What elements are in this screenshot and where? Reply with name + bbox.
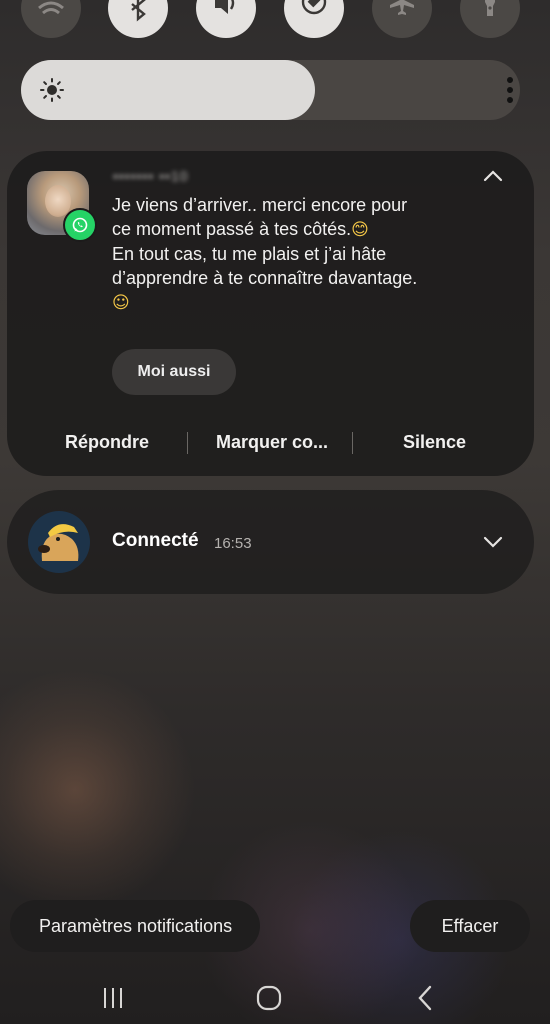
airplane-toggle[interactable]: [372, 0, 432, 38]
whatsapp-icon: [63, 208, 97, 242]
clear-button[interactable]: Effacer: [410, 900, 530, 952]
brightness-level-fill: [21, 60, 315, 120]
auto-rotate-toggle[interactable]: [284, 0, 344, 38]
auto-rotate-icon: [301, 0, 327, 15]
sound-icon: [215, 0, 235, 14]
message-text: Je viens d’arriver.. merci encore pour c…: [112, 193, 512, 315]
brightness-slider[interactable]: [21, 60, 520, 120]
quick-reply-button[interactable]: Moi aussi: [112, 349, 236, 395]
wifi-toggle[interactable]: [21, 0, 81, 38]
airplane-icon: [390, 0, 414, 15]
message-line: d’apprendre à te connaître davantage.: [112, 268, 418, 288]
chevron-down-icon[interactable]: [482, 535, 504, 549]
mute-button[interactable]: Silence: [377, 422, 492, 462]
recent-apps-button[interactable]: [93, 978, 133, 1018]
flashlight-toggle[interactable]: [460, 0, 520, 38]
more-options-icon[interactable]: [504, 74, 516, 106]
flashlight-icon: [485, 0, 495, 16]
mark-read-button[interactable]: Marquer co...: [207, 422, 337, 462]
vpn-notification[interactable]: Connecté 16:53: [7, 490, 534, 594]
sound-toggle[interactable]: [196, 0, 256, 38]
message-line: En tout cas, tu me plais et j’ai hâte: [112, 244, 387, 264]
quick-settings-row: [0, 0, 550, 38]
smiling-emoji: 😊: [351, 220, 369, 240]
divider: [352, 432, 353, 454]
divider: [187, 432, 188, 454]
recent-apps-icon: [104, 988, 122, 1008]
home-icon: [256, 985, 282, 1011]
vpn-status-title: Connecté: [112, 530, 199, 551]
bluetooth-toggle[interactable]: [108, 0, 168, 38]
whatsapp-notification[interactable]: ••••••• ••10 Je viens d’arriver.. merci …: [7, 151, 534, 476]
bluetooth-icon: [131, 0, 146, 22]
message-line: Je viens d’arriver.. merci encore pour: [112, 195, 408, 215]
notification-settings-label: Paramètres notifications: [39, 915, 233, 936]
chevron-up-icon[interactable]: [482, 169, 504, 183]
back-button[interactable]: [406, 978, 446, 1018]
vpn-timestamp: 16:53: [214, 535, 252, 552]
relaxed-emoji: ☺: [112, 293, 130, 313]
sender-name: ••••••• ••10: [113, 168, 189, 184]
notification-settings-button[interactable]: Paramètres notifications: [10, 900, 260, 952]
wifi-icon: [38, 1, 64, 15]
notification-actions: Répondre Marquer co... Silence: [7, 422, 534, 462]
home-button[interactable]: [249, 978, 289, 1018]
navigation-bar: [0, 970, 550, 1024]
back-icon: [418, 985, 432, 1011]
reply-button[interactable]: Répondre: [42, 422, 172, 462]
sun-icon: [40, 78, 64, 102]
mole-app-icon: [28, 511, 90, 573]
message-line: ce moment passé à tes côtés.: [112, 219, 352, 239]
